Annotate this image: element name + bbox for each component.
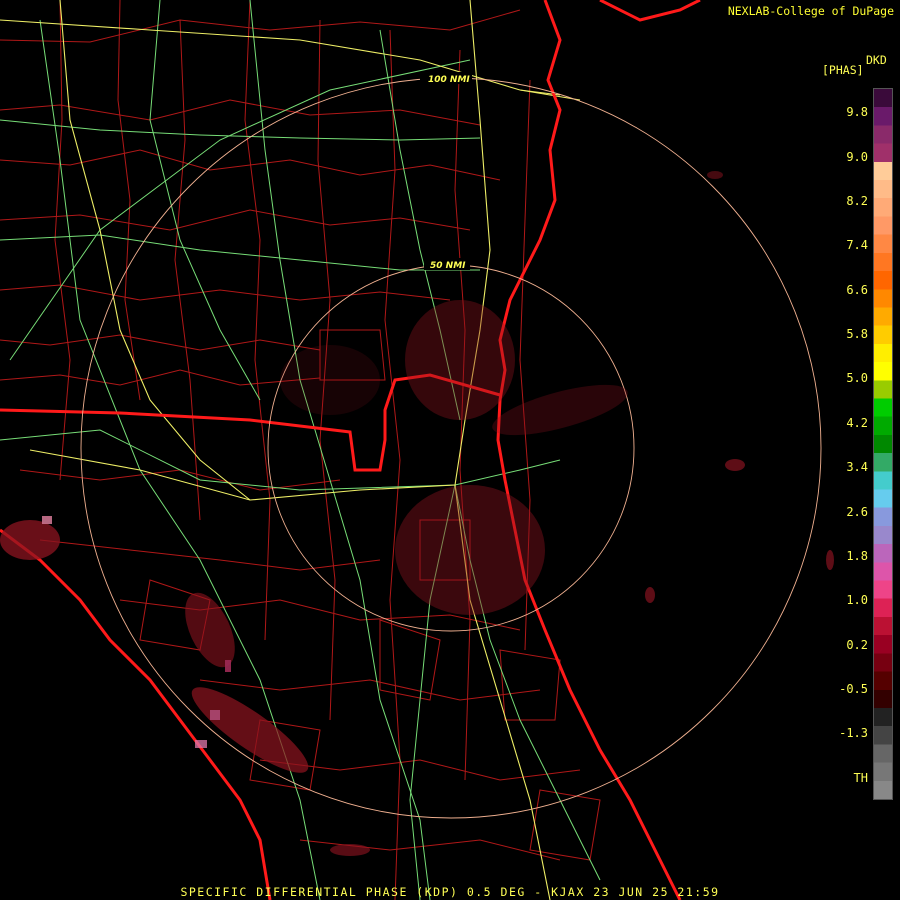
radar-map: 100 NMI 50 NMI: [0, 0, 834, 900]
range-ring-100nmi: [80, 77, 822, 819]
legend-label: TH: [853, 771, 868, 785]
credit-text: NEXLAB-College of DuPage: [727, 4, 894, 18]
legend-label: 4.2: [846, 416, 868, 430]
legend-label: 1.8: [846, 549, 868, 563]
state-boundaries: [0, 0, 701, 900]
legend-label: 2.6: [846, 505, 868, 519]
legend-label: 9.0: [846, 150, 868, 164]
legend-label: 5.8: [846, 327, 868, 341]
legend-label: 1.0: [846, 593, 868, 607]
legend-unit-code: DKD: [866, 53, 887, 67]
legend-label: 7.4: [846, 238, 868, 252]
range-label-100nmi: 100 NMI: [428, 75, 470, 85]
legend-label: 0.2: [846, 638, 868, 652]
legend-label: 3.4: [846, 460, 868, 474]
legend-label: 9.8: [846, 105, 868, 119]
legend-label: -0.5: [839, 682, 868, 696]
legend-label: 6.6: [846, 283, 868, 297]
product-caption: SPECIFIC DIFFERENTIAL PHASE (KDP) 0.5 DE…: [180, 885, 720, 899]
legend-label: 8.2: [846, 194, 868, 208]
legend-label: 5.0: [846, 371, 868, 385]
legend-unit-name: [PHAS]: [822, 63, 864, 77]
range-label-50nmi: 50 NMI: [430, 261, 466, 271]
legend-label: -1.3: [839, 726, 868, 740]
range-rings: [80, 77, 822, 819]
color-legend-bar: [873, 88, 893, 800]
